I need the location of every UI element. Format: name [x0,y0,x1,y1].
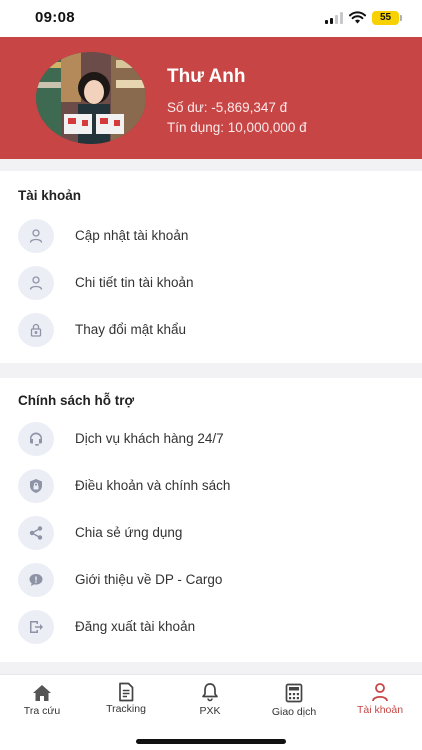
menu-label: Thay đổi mật khẩu [75,322,187,337]
menu-label: Cập nhật tài khoản [75,228,189,243]
menu-label: Chia sẻ ứng dụng [75,525,183,540]
share-icon [18,516,54,550]
profile-name: Thư Anh [167,66,246,87]
section-title-account: Tài khoản [18,188,82,203]
tab-label: PXK [199,705,221,717]
person-icon [372,683,388,702]
support-section: Chính sách hỗ trợ Dịch vụ khách hàng 24/… [0,378,422,662]
tab-tra-cuu[interactable]: Tra cứu [0,675,84,725]
menu-label: Điều khoản và chính sách [75,478,231,493]
menu-item-account-details[interactable]: Chi tiết tin tài khoản [0,265,422,305]
home-icon [33,685,51,701]
bell-icon [202,683,218,702]
tab-label: Tra cứu [23,705,61,717]
shield-icon [18,469,54,503]
menu-item-about[interactable]: Giới thiệu về DP - Cargo [0,562,422,602]
document-icon [119,682,134,702]
logout-icon [18,610,54,644]
menu-label: Chi tiết tin tài khoản [75,275,194,290]
status-time: 09:08 [35,9,75,26]
menu-item-change-password[interactable]: Thay đổi mật khẩu [0,312,422,352]
tab-pxk[interactable]: PXK [168,675,252,725]
section-title-support: Chính sách hỗ trợ [18,393,135,408]
menu-item-customer-service[interactable]: Dịch vụ khách hàng 24/7 [0,421,422,461]
menu-item-terms-policy[interactable]: Điều khoản và chính sách [0,468,422,508]
tab-label: Tài khoản [356,704,404,716]
tab-label: Giao dịch [271,706,317,718]
account-section: Tài khoản Cập nhật tài khoản Chi tiết ti… [0,171,422,363]
menu-label: Đăng xuất tài khoản [75,619,196,634]
user-icon [18,266,54,300]
user-icon [18,219,54,253]
menu-label: Giới thiệu về DP - Cargo [75,572,223,587]
status-bar: 09:08 55 [0,0,422,37]
profile-credit: Tín dụng: 10,000,000 đ [167,120,307,135]
calculator-icon [285,683,303,703]
profile-header: Thư Anh Số dư: -5,869,347 đ Tín dụng: 10… [0,37,422,159]
wifi-icon [349,11,366,24]
tab-label: Tracking [106,703,146,715]
home-indicator [136,739,286,744]
tab-tai-khoan[interactable]: Tài khoản [338,675,422,725]
tab-tracking[interactable]: Tracking [84,675,168,725]
menu-item-update-account[interactable]: Cập nhật tài khoản [0,218,422,258]
menu-item-logout[interactable]: Đăng xuất tài khoản [0,609,422,649]
headset-icon [18,422,54,456]
avatar[interactable] [36,52,146,144]
profile-balance: Số dư: -5,869,347 đ [167,100,288,115]
tab-giao-dich[interactable]: Giao dịch [252,675,336,725]
cellular-signal-icon [325,12,343,24]
menu-item-share-app[interactable]: Chia sẻ ứng dụng [0,515,422,555]
lock-icon [18,313,54,347]
info-chat-icon [18,563,54,597]
menu-label: Dịch vụ khách hàng 24/7 [75,431,224,446]
battery-icon: 55 [372,11,402,25]
